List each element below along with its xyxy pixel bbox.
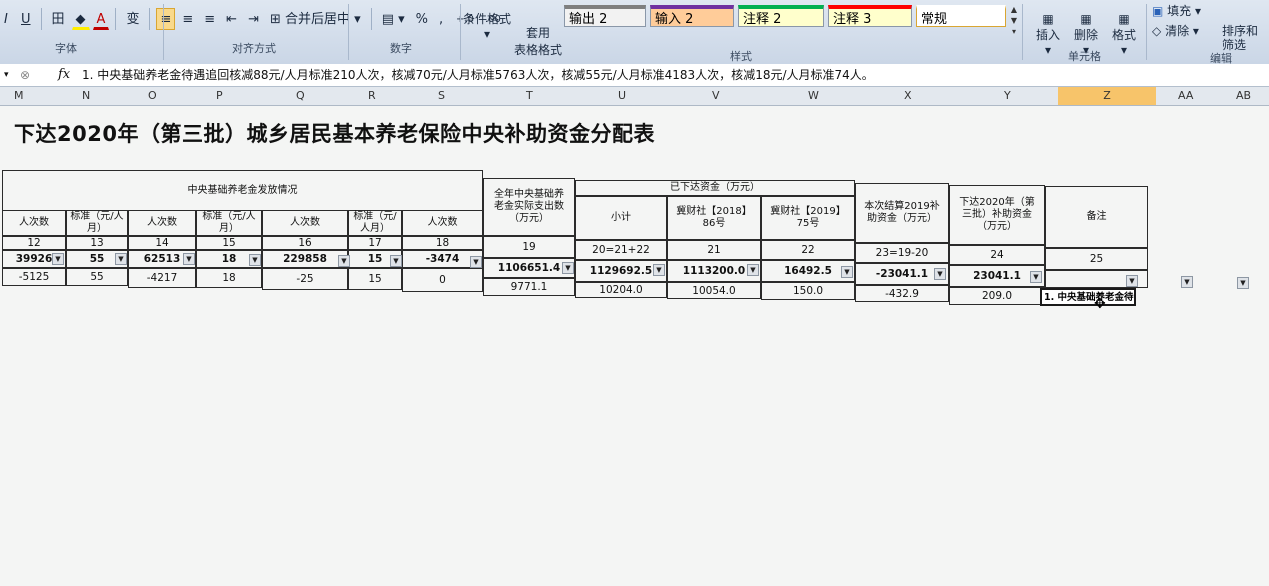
header-person-times-4[interactable]: 人次数 [402,210,483,236]
row1-dropdown-5[interactable]: ▼ [338,255,350,267]
row2-subtotal[interactable]: 10204.0 [575,282,667,298]
sort-filter-button[interactable]: 排序和 筛选 [1222,10,1258,52]
active-cell-remark[interactable]: 1. 中央基础养老金待 [1040,288,1136,306]
index-cell-15[interactable]: 15 [196,236,262,250]
clear-label: 清除 [1165,24,1190,38]
fill-icon: ▣ [1152,4,1164,18]
row2-person-times-3[interactable]: -25 [262,268,348,290]
header-issued-funds[interactable]: 已下达资金（万元） [575,180,855,196]
header-person-times-1[interactable]: 人次数 [2,210,66,236]
fill-label: 填充 [1167,4,1192,18]
row1-dropdown-13[interactable]: ▼ [1030,271,1042,283]
header-basic-pension-label: 中央基础养老金发放情况 [187,184,298,196]
row1-dropdown-16[interactable]: ▼ [1237,277,1249,289]
row1-dropdown-7[interactable]: ▼ [470,256,482,268]
row2-standard-1[interactable]: 55 [66,268,128,286]
column-header-ab[interactable]: AB [1236,89,1251,102]
row1-dropdown-2[interactable]: ▼ [115,253,127,265]
header-standard-1[interactable]: 标准（元/人月） [66,210,128,236]
sort-filter-label: 排序和 筛选 [1222,24,1259,52]
header-doc-2019[interactable]: 冀财社【2019】75号 [761,196,855,240]
row1-dropdown-10[interactable]: ▼ [747,264,759,276]
row2-issue-2020[interactable]: 209.0 [949,287,1045,305]
row2-settlement-2019[interactable]: -432.9 [855,285,949,302]
row1-dropdown-1[interactable]: ▼ [52,253,64,265]
row2-person-times-2[interactable]: -4217 [128,268,196,288]
index-cell-21[interactable]: 21 [667,240,761,260]
row2-doc-2019[interactable]: 150.0 [761,282,855,300]
row2-standard-2[interactable]: 18 [196,268,262,288]
column-header-aa[interactable]: AA [1178,89,1193,102]
header-settlement-2019[interactable]: 本次结算2019补助资金（万元） [855,183,949,243]
index-cell-12[interactable]: 12 [2,236,66,250]
row2-person-times-1[interactable]: -5125 [2,268,66,286]
index-cell-17[interactable]: 17 [348,236,402,250]
row1-dropdown-3[interactable]: ▼ [183,253,195,265]
header-standard-2[interactable]: 标准（元/人月） [196,210,262,236]
index-cell-20[interactable]: 20=21+22 [575,240,667,260]
active-cell-text: 1. 中央基础养老金待 [1044,292,1134,303]
header-person-times-2[interactable]: 人次数 [128,210,196,236]
header-annual-actual[interactable]: 全年中央基础养老金实际支出数（万元） [483,178,575,236]
header-remark[interactable]: 备注 [1045,186,1148,248]
index-cell-19[interactable]: 19 [483,236,575,258]
index-cell-25[interactable]: 25 [1045,248,1148,270]
header-basic-pension[interactable]: 中央基础养老金发放情况 [2,170,483,210]
row1-dropdown-6[interactable]: ▼ [390,255,402,267]
index-cell-18[interactable]: 18 [402,236,483,250]
row2-annual-actual[interactable]: 9771.1 [483,278,575,296]
index-cell-16[interactable]: 16 [262,236,348,250]
row1-dropdown-4[interactable]: ▼ [249,254,261,266]
row1-dropdown-8[interactable]: ▼ [562,262,574,274]
header-subtotal[interactable]: 小计 [575,196,667,240]
clear-icon: ◇ [1152,24,1162,38]
row1-dropdown-14[interactable]: ▼ [1126,275,1138,287]
header-standard-3[interactable]: 标准（元/人月） [348,210,402,236]
header-person-times-3[interactable]: 人次数 [262,210,348,236]
row1-person-times-3[interactable]: 229858 [262,250,348,268]
index-cell-13[interactable]: 13 [66,236,128,250]
row1-dropdown-11[interactable]: ▼ [841,266,853,278]
row1-dropdown-15[interactable]: ▼ [1181,276,1193,288]
row1-dropdown-12[interactable]: ▼ [934,268,946,280]
header-doc-2018[interactable]: 冀财社【2018】86号 [667,196,761,240]
row2-standard-3[interactable]: 15 [348,268,402,290]
row2-person-times-4[interactable]: 0 [402,268,483,292]
index-cell-14[interactable]: 14 [128,236,196,250]
index-cell-23[interactable]: 23=19-20 [855,243,949,263]
row2-doc-2018[interactable]: 10054.0 [667,282,761,299]
allocation-table: 中央基础养老金发放情况 人次数 标准（元/人月） 人次数 标准（元/人月） 人次… [0,0,1249,312]
fill-button[interactable]: ▣ 填充 ▾ [1152,2,1201,19]
index-cell-22[interactable]: 22 [761,240,855,260]
index-cell-24[interactable]: 24 [949,245,1045,265]
clear-button[interactable]: ◇ 清除 ▾ [1152,22,1199,39]
header-issue-2020[interactable]: 下达2020年（第三批）补助资金（万元） [949,185,1045,245]
row1-dropdown-9[interactable]: ▼ [653,264,665,276]
mouse-cursor-icon: ✥ [1094,296,1106,312]
